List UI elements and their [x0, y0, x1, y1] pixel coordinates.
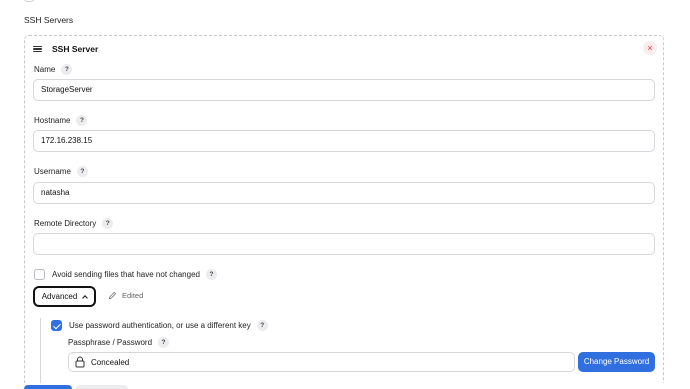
passphrase-label: Passphrase / Password [68, 338, 153, 347]
advanced-label: Advanced [41, 292, 78, 301]
help-icon[interactable]: ? [256, 320, 268, 331]
help-icon[interactable]: ? [76, 115, 88, 126]
help-icon[interactable]: ? [76, 166, 88, 177]
avoid-sending-checkbox[interactable] [34, 269, 45, 280]
previous-checkbox-stub [24, 0, 34, 2]
advanced-button[interactable]: Advanced [33, 286, 96, 307]
change-password-button[interactable]: Change Password [578, 352, 655, 372]
username-label: Username [34, 167, 71, 176]
passphrase-row: Concealed [68, 352, 575, 372]
passphrase-field: Concealed [68, 352, 575, 372]
hostname-label-row: Hostname ? [34, 115, 88, 126]
close-button[interactable]: × [643, 41, 657, 55]
passphrase-label-row: Passphrase / Password ? [68, 337, 170, 348]
remote-directory-label: Remote Directory [34, 219, 97, 228]
hostname-input[interactable]: 172.16.238.15 [33, 130, 655, 152]
password-auth-checkbox[interactable] [51, 320, 62, 331]
name-input[interactable]: StorageServer [33, 79, 655, 101]
save-button[interactable] [24, 385, 72, 389]
username-label-row: Username ? [34, 166, 88, 177]
avoid-sending-row: Avoid sending files that have not change… [34, 269, 217, 280]
avoid-sending-label: Avoid sending files that have not change… [52, 270, 200, 279]
remote-directory-label-row: Remote Directory ? [34, 218, 114, 229]
help-icon[interactable]: ? [102, 218, 114, 229]
password-auth-row: Use password authentication, or use a di… [51, 320, 268, 331]
chevron-up-icon [82, 294, 89, 301]
help-icon[interactable]: ? [205, 269, 217, 280]
remote-directory-input[interactable] [33, 233, 655, 255]
advanced-panel-divider [40, 318, 41, 389]
password-auth-label: Use password authentication, or use a di… [69, 321, 251, 330]
section-title: SSH Servers [24, 15, 74, 25]
pencil-icon [108, 291, 117, 300]
hamburger-icon[interactable] [33, 45, 42, 53]
passphrase-value: Concealed [91, 357, 130, 367]
card-header: SSH Server [33, 43, 98, 55]
username-input[interactable]: natasha [33, 182, 655, 204]
apply-button[interactable] [76, 385, 128, 389]
hostname-label: Hostname [34, 116, 71, 125]
help-icon[interactable]: ? [61, 64, 73, 75]
edited-indicator: Edited [108, 291, 143, 300]
edited-label: Edited [122, 291, 144, 300]
lock-icon [69, 356, 91, 368]
card-title: SSH Server [52, 44, 99, 54]
help-icon[interactable]: ? [158, 337, 170, 348]
name-label: Name [34, 65, 56, 74]
name-label-row: Name ? [34, 64, 73, 75]
